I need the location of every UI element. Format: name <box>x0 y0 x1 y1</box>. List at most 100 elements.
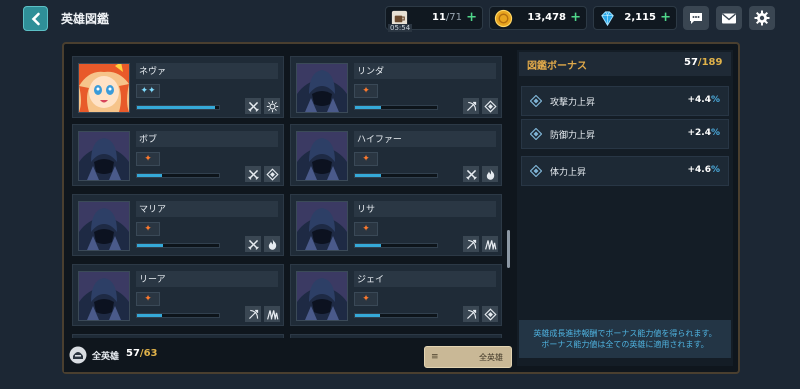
chat-button[interactable] <box>683 6 709 30</box>
gear-icon <box>754 10 770 26</box>
hero-portrait <box>296 63 348 113</box>
hero-portrait <box>296 201 348 251</box>
bonus-stat-label: 攻撃力上昇 <box>550 98 596 108</box>
hero-portrait <box>296 131 348 181</box>
hero-growth-fill <box>137 174 162 177</box>
hero-card[interactable]: リーア ✦ <box>72 264 284 326</box>
sun-icon <box>264 98 280 114</box>
owned-heroes-count: 57/63 <box>126 348 158 359</box>
hero-growth-bar <box>136 173 220 178</box>
gold-coin-icon <box>494 9 513 28</box>
hero-growth-bar <box>354 105 438 110</box>
stamina-timer: 05:54 <box>388 24 413 32</box>
bonus-stat-health: 体力上昇 +4.6% <box>521 156 729 186</box>
hero-card[interactable]: ジェイ ✦ <box>290 264 502 326</box>
hero-name-bar <box>354 201 496 217</box>
sword-icon <box>245 98 261 114</box>
hero-growth-bar <box>136 105 220 110</box>
fire-element-icon: ✦ <box>136 222 160 236</box>
diamond-icon <box>482 98 498 114</box>
hero-card-partial[interactable] <box>72 334 284 338</box>
bonus-stat-attack: 攻撃力上昇 +4.4% <box>521 86 729 116</box>
bonus-stat-value: +4.6% <box>687 165 720 175</box>
hero-portrait <box>78 63 130 113</box>
hero-growth-bar <box>354 313 438 318</box>
bonus-note-line: 英雄成長進捗報酬でボーナス能力値を得られます。 <box>533 329 717 338</box>
sword-icon <box>245 166 261 182</box>
filter-label: 全英雄 <box>479 353 503 362</box>
top-bar: 英雄図鑑 11/71 + 05:54 13,478 + 2,115 + <box>0 0 800 38</box>
hero-growth-fill <box>355 314 380 317</box>
hero-card-partial[interactable] <box>290 334 502 338</box>
hero-growth-fill <box>355 244 382 247</box>
add-gems-button[interactable]: + <box>660 11 671 25</box>
back-button[interactable] <box>23 6 48 31</box>
hero-filter-dropdown[interactable]: ≡ 全英雄 <box>424 346 512 368</box>
gold-value: 13,478 <box>527 12 566 23</box>
hero-card[interactable]: リンダ ✦ <box>290 56 502 118</box>
hero-name-bar <box>136 131 278 147</box>
fire-element-icon: ✦ <box>354 222 378 236</box>
sword-icon <box>463 166 479 182</box>
fire-element-icon: ✦ <box>354 84 378 98</box>
hero-card[interactable]: ハイファー ✦ <box>290 124 502 186</box>
diamond-icon <box>264 166 280 182</box>
hero-growth-fill <box>355 174 382 177</box>
claw-icon <box>264 306 280 322</box>
hero-portrait <box>78 131 130 181</box>
diamond-bullet-icon <box>530 128 542 140</box>
hero-growth-bar <box>354 243 438 248</box>
fire-element-icon: ✦ <box>136 292 160 306</box>
chevron-left-icon <box>31 12 40 25</box>
hero-portrait <box>78 201 130 251</box>
hero-growth-fill <box>355 106 382 109</box>
add-stamina-button[interactable]: + <box>466 11 477 25</box>
bonus-stat-label: 防御力上昇 <box>550 131 596 141</box>
gem-counter[interactable]: 2,115 + <box>593 6 677 30</box>
blue-gem-icon <box>601 11 614 27</box>
hero-growth-fill <box>137 314 162 317</box>
hero-growth-bar <box>136 243 220 248</box>
hero-name: ハイファー <box>357 135 402 145</box>
hero-name: リンダ <box>357 67 385 77</box>
page-title: 英雄図鑑 <box>61 12 110 26</box>
hero-growth-fill <box>137 244 164 247</box>
fire-element-icon: ✦ <box>136 152 160 166</box>
bonus-progress-count: 57/189 <box>684 57 723 68</box>
chat-bubble-icon <box>690 13 702 24</box>
hero-name: ネヴァ <box>139 67 167 77</box>
hero-card[interactable]: リサ ✦ <box>290 194 502 256</box>
hero-grid[interactable]: ネヴァ ✦✦ リンダ ✦ ボブ ✦ ハイファー ✦ マリア ✦ リサ ✦ リーア ✦ ジェイ ✦ <box>70 54 502 338</box>
gold-counter[interactable]: 13,478 + <box>489 6 587 30</box>
bow-icon <box>463 98 479 114</box>
hero-name: リサ <box>357 205 376 215</box>
diamond-icon <box>482 306 498 322</box>
hero-card[interactable]: ネヴァ ✦✦ <box>72 56 284 118</box>
flame-icon <box>264 236 280 252</box>
wind-element-icon: ✦✦ <box>136 84 160 98</box>
hero-grid-scrollbar[interactable] <box>507 230 510 268</box>
hero-name: マリア <box>139 205 167 215</box>
hero-name: ジェイ <box>357 275 385 285</box>
bonus-stat-value: +2.4% <box>687 128 720 138</box>
settings-button[interactable] <box>749 6 775 30</box>
hero-portrait <box>78 271 130 321</box>
hero-card[interactable]: マリア ✦ <box>72 194 284 256</box>
hero-name: リーア <box>139 275 166 285</box>
bonus-stat-label: 体力上昇 <box>550 168 587 178</box>
hero-card[interactable]: ボブ ✦ <box>72 124 284 186</box>
all-heroes-label: 全英雄 <box>92 352 120 362</box>
add-gold-button[interactable]: + <box>570 11 581 25</box>
diamond-bullet-icon <box>530 165 542 177</box>
bonus-note: 英雄成長進捗報酬でボーナス能力値を得られます。 ボーナス能力値は全ての英雄に適用… <box>519 320 731 358</box>
list-menu-icon: ≡ <box>431 352 439 362</box>
fire-element-icon: ✦ <box>354 152 378 166</box>
sword-icon <box>245 236 261 252</box>
mail-icon <box>722 12 736 23</box>
hero-growth-fill <box>137 106 215 109</box>
bow-icon <box>463 236 479 252</box>
mail-button[interactable] <box>716 6 742 30</box>
hero-growth-bar <box>136 313 220 318</box>
bonus-stat-value: +4.4% <box>687 95 720 105</box>
fire-element-icon: ✦ <box>354 292 378 306</box>
